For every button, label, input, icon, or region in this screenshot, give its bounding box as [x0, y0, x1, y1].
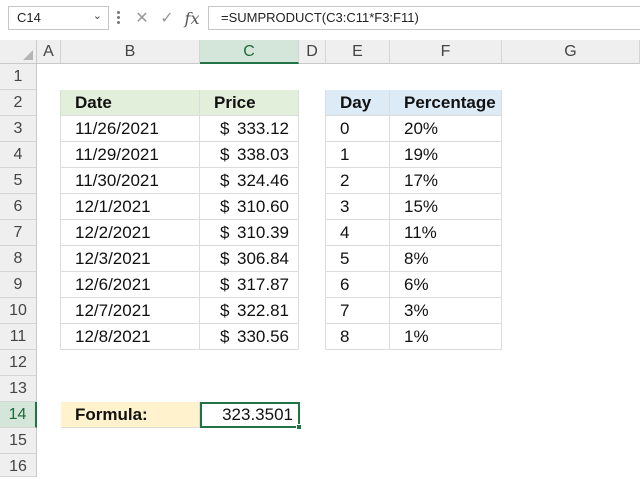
price-cell[interactable]: $317.87	[200, 272, 299, 298]
percentage-header[interactable]: Percentage	[390, 90, 502, 116]
percentage-cell[interactable]: 1%	[390, 324, 502, 350]
price-cell[interactable]: $330.56	[200, 324, 299, 350]
percentage-cell[interactable]: 11%	[390, 220, 502, 246]
date-cell[interactable]: 12/7/2021	[61, 298, 200, 324]
day-cell[interactable]: 7	[326, 298, 390, 324]
row-header-16[interactable]: 16	[0, 454, 37, 477]
formula-label: Formula:	[61, 402, 200, 428]
currency-symbol: $	[220, 275, 230, 294]
row-header-6[interactable]: 6	[0, 194, 37, 220]
percentage-cell[interactable]: 17%	[390, 168, 502, 194]
cancel-icon[interactable]: ✕	[131, 9, 153, 29]
price-value: 310.39	[237, 223, 289, 242]
date-cell[interactable]: 11/26/2021	[61, 116, 200, 142]
price-cell[interactable]: $338.03	[200, 142, 299, 168]
price-value: 317.87	[237, 275, 289, 294]
column-header-b[interactable]: B	[61, 40, 200, 64]
price-value: 333.12	[237, 119, 289, 138]
currency-symbol: $	[220, 171, 230, 190]
day-cell[interactable]: 5	[326, 246, 390, 272]
row-header-12[interactable]: 12	[0, 350, 37, 376]
price-value: 310.60	[237, 197, 289, 216]
fill-handle[interactable]	[296, 424, 302, 430]
row-header-7[interactable]: 7	[0, 220, 37, 246]
percentage-cell[interactable]: 6%	[390, 272, 502, 298]
column-header-c[interactable]: C	[200, 40, 299, 64]
date-header[interactable]: Date	[61, 90, 200, 116]
row-header-5[interactable]: 5	[0, 168, 37, 194]
percentage-cell[interactable]: 20%	[390, 116, 502, 142]
row-header-11[interactable]: 11	[0, 324, 37, 350]
column-header-f[interactable]: F	[390, 40, 502, 64]
currency-symbol: $	[220, 249, 230, 268]
day-cell[interactable]: 8	[326, 324, 390, 350]
price-value: 306.84	[237, 249, 289, 268]
day-cell[interactable]: 3	[326, 194, 390, 220]
percentage-cell[interactable]: 8%	[390, 246, 502, 272]
insert-function-icon[interactable]: fx	[180, 9, 204, 29]
price-cell[interactable]: $324.46	[200, 168, 299, 194]
more-options-icon[interactable]	[116, 9, 122, 27]
row-header-13[interactable]: 13	[0, 376, 37, 402]
column-header-g[interactable]: G	[502, 40, 640, 64]
row-header-14[interactable]: 14	[0, 402, 37, 428]
table-border	[60, 90, 61, 350]
price-cell[interactable]: $306.84	[200, 246, 299, 272]
price-value: 330.56	[237, 327, 289, 346]
day-cell[interactable]: 0	[326, 116, 390, 142]
date-cell[interactable]: 12/1/2021	[61, 194, 200, 220]
price-cell[interactable]: $322.81	[200, 298, 299, 324]
price-header[interactable]: Price	[200, 90, 299, 116]
name-box-value: C14	[17, 10, 41, 25]
select-all-icon	[23, 50, 33, 60]
percentage-cell[interactable]: 15%	[390, 194, 502, 220]
currency-symbol: $	[220, 197, 230, 216]
row-header-1[interactable]: 1	[0, 64, 37, 90]
price-value: 324.46	[237, 171, 289, 190]
column-header-a[interactable]: A	[37, 40, 61, 64]
currency-symbol: $	[220, 223, 230, 242]
column-header-e[interactable]: E	[326, 40, 390, 64]
price-cell[interactable]: $333.12	[200, 116, 299, 142]
percentage-cell[interactable]: 19%	[390, 142, 502, 168]
selected-cell-c14[interactable]: 323.3501	[200, 402, 300, 428]
currency-symbol: $	[220, 301, 230, 320]
row-header-2[interactable]: 2	[0, 90, 37, 116]
currency-symbol: $	[220, 327, 230, 346]
table-border	[325, 90, 326, 350]
currency-symbol: $	[220, 119, 230, 138]
price-value: 338.03	[237, 145, 289, 164]
row-header-4[interactable]: 4	[0, 142, 37, 168]
chevron-down-icon[interactable]: ⌄	[93, 9, 102, 22]
enter-icon[interactable]: ✓	[156, 9, 178, 29]
formula-bar: C14 ⌄ ✕ ✓ fx =SUMPRODUCT(C3:C11*F3:F11)	[0, 0, 640, 38]
row-header-8[interactable]: 8	[0, 246, 37, 272]
day-cell[interactable]: 1	[326, 142, 390, 168]
row-header-9[interactable]: 9	[0, 272, 37, 298]
row-header-3[interactable]: 3	[0, 116, 37, 142]
formula-input[interactable]: =SUMPRODUCT(C3:C11*F3:F11)	[208, 6, 640, 30]
day-header[interactable]: Day	[326, 90, 390, 116]
date-cell[interactable]: 12/2/2021	[61, 220, 200, 246]
date-cell[interactable]: 12/6/2021	[61, 272, 200, 298]
date-cell[interactable]: 11/30/2021	[61, 168, 200, 194]
select-all-button[interactable]	[0, 40, 37, 64]
date-cell[interactable]: 11/29/2021	[61, 142, 200, 168]
price-cell[interactable]: $310.60	[200, 194, 299, 220]
date-cell[interactable]: 12/3/2021	[61, 246, 200, 272]
row-header-15[interactable]: 15	[0, 428, 37, 454]
row-header-10[interactable]: 10	[0, 298, 37, 324]
day-cell[interactable]: 2	[326, 168, 390, 194]
currency-symbol: $	[220, 145, 230, 164]
day-cell[interactable]: 4	[326, 220, 390, 246]
price-value: 322.81	[237, 301, 289, 320]
price-cell[interactable]: $310.39	[200, 220, 299, 246]
date-cell[interactable]: 12/8/2021	[61, 324, 200, 350]
name-box[interactable]: C14 ⌄	[8, 6, 109, 30]
column-header-d[interactable]: D	[299, 40, 326, 64]
percentage-cell[interactable]: 3%	[390, 298, 502, 324]
day-cell[interactable]: 6	[326, 272, 390, 298]
